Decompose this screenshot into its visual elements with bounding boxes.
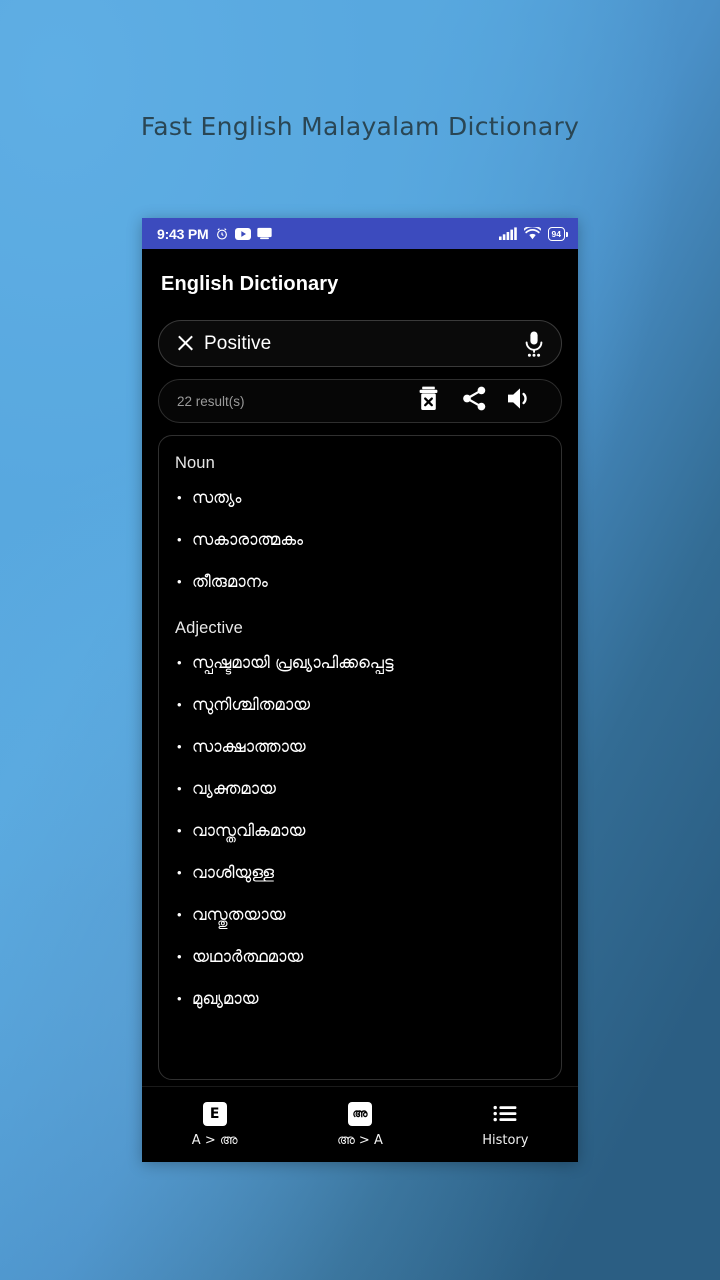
sense-text: വാശിയുള്ള xyxy=(192,863,275,882)
list-item[interactable]: • സത്യം xyxy=(159,477,561,519)
share-button[interactable] xyxy=(451,386,497,416)
results-actions-bar: 22 result(s) xyxy=(158,379,562,423)
alarm-clock-icon xyxy=(215,227,229,241)
sense-text: സ്പഷ്ടമായി പ്രഖ്യാപിക്കപ്പെട്ട xyxy=(192,653,394,672)
list-item[interactable]: • വ്യക്തമായ xyxy=(159,768,561,810)
sense-text: വസ്തുതയായ xyxy=(192,905,286,924)
battery-icon: 94 xyxy=(547,226,569,241)
sense-text: യഥാർത്ഥമായ xyxy=(192,947,304,966)
microphone-icon[interactable] xyxy=(523,330,545,358)
close-icon[interactable] xyxy=(176,334,195,353)
signal-bars-icon xyxy=(498,227,517,240)
status-bar-left: 9:43 PM xyxy=(157,226,499,242)
malayalam-badge-icon: അ xyxy=(347,1101,372,1126)
status-bar-clock: 9:43 PM xyxy=(157,225,209,242)
list-icon xyxy=(493,1102,517,1126)
sense-text: വാസ്തവികമായ xyxy=(192,821,306,840)
bullet-icon: • xyxy=(177,697,182,712)
tab-label: A > അ xyxy=(191,1132,238,1148)
phone-screenshot-frame: 9:43 PM 94 English Dictionary Positive 2… xyxy=(142,218,578,1162)
sense-text: സാക്ഷാത്തായ xyxy=(192,737,306,756)
promo-headline: Fast English Malayalam Dictionary xyxy=(140,112,580,141)
youtube-icon xyxy=(234,227,251,240)
share-icon xyxy=(462,386,487,416)
bullet-icon: • xyxy=(177,991,182,1006)
status-bar-right: 94 xyxy=(498,226,569,241)
wifi-icon xyxy=(523,227,541,240)
list-item[interactable]: • സകാരാത്മകം xyxy=(159,519,561,561)
bullet-icon: • xyxy=(177,823,182,838)
list-item[interactable]: • തീരുമാനം xyxy=(159,561,561,603)
bullet-icon: • xyxy=(177,781,182,796)
bottom-navigation: E A > അ അ അ > A History xyxy=(142,1086,578,1162)
bullet-icon: • xyxy=(177,739,182,754)
bullet-icon: • xyxy=(177,865,182,880)
tab-english-to-malayalam[interactable]: E A > അ xyxy=(142,1101,287,1148)
results-count-label: 22 result(s) xyxy=(177,393,245,409)
english-badge-icon: E xyxy=(202,1101,227,1126)
sense-text: സത്യം xyxy=(192,488,242,507)
list-item[interactable]: • സാക്ഷാത്തായ xyxy=(159,726,561,768)
sense-text: സകാരാത്മകം xyxy=(192,530,303,549)
bullet-icon: • xyxy=(177,949,182,964)
list-item[interactable]: • വാശിയുള്ള xyxy=(159,852,561,894)
list-item[interactable]: • സ്പഷ്ടമായി പ്രഖ്യാപിക്കപ്പെട്ട xyxy=(159,642,561,684)
search-bar[interactable]: Positive xyxy=(158,320,562,367)
list-item[interactable]: • വാസ്തവികമായ xyxy=(159,810,561,852)
list-item[interactable]: • വസ്തുതയായ xyxy=(159,894,561,936)
sense-text: വ്യക്തമായ xyxy=(192,779,276,798)
tab-label: History xyxy=(482,1132,529,1148)
tab-malayalam-to-english[interactable]: അ അ > A xyxy=(287,1101,432,1148)
bullet-icon: • xyxy=(177,907,182,922)
cast-screen-icon xyxy=(256,227,272,241)
tab-history[interactable]: History xyxy=(433,1102,578,1148)
speaker-icon xyxy=(506,386,534,416)
sense-text: തീരുമാനം xyxy=(192,572,268,591)
search-input[interactable]: Positive xyxy=(195,333,523,355)
tab-label: അ > A xyxy=(337,1132,383,1148)
bullet-icon: • xyxy=(177,655,182,670)
sense-text: മുഖ്യമായ xyxy=(192,989,259,1008)
pos-heading-adjective: Adjective xyxy=(175,619,243,637)
list-item[interactable]: • സുനിശ്ചിതമായ xyxy=(159,684,561,726)
sense-text: സുനിശ്ചിതമായ xyxy=(192,695,310,714)
status-bar: 9:43 PM 94 xyxy=(142,218,578,249)
delete-button[interactable] xyxy=(405,386,451,416)
trash-x-icon xyxy=(418,386,439,416)
speak-button[interactable] xyxy=(497,386,543,416)
bullet-icon: • xyxy=(177,490,182,505)
bullet-icon: • xyxy=(177,574,182,589)
list-item[interactable]: • യഥാർത്ഥമായ xyxy=(159,936,561,978)
results-card[interactable]: Noun • സത്യം • സകാരാത്മകം • തീരുമാനം Adj… xyxy=(158,435,562,1080)
pos-heading-noun: Noun xyxy=(175,454,215,472)
bullet-icon: • xyxy=(177,532,182,547)
app-title: English Dictionary xyxy=(161,273,339,295)
list-item[interactable]: • മുഖ്യമായ xyxy=(159,978,561,1020)
